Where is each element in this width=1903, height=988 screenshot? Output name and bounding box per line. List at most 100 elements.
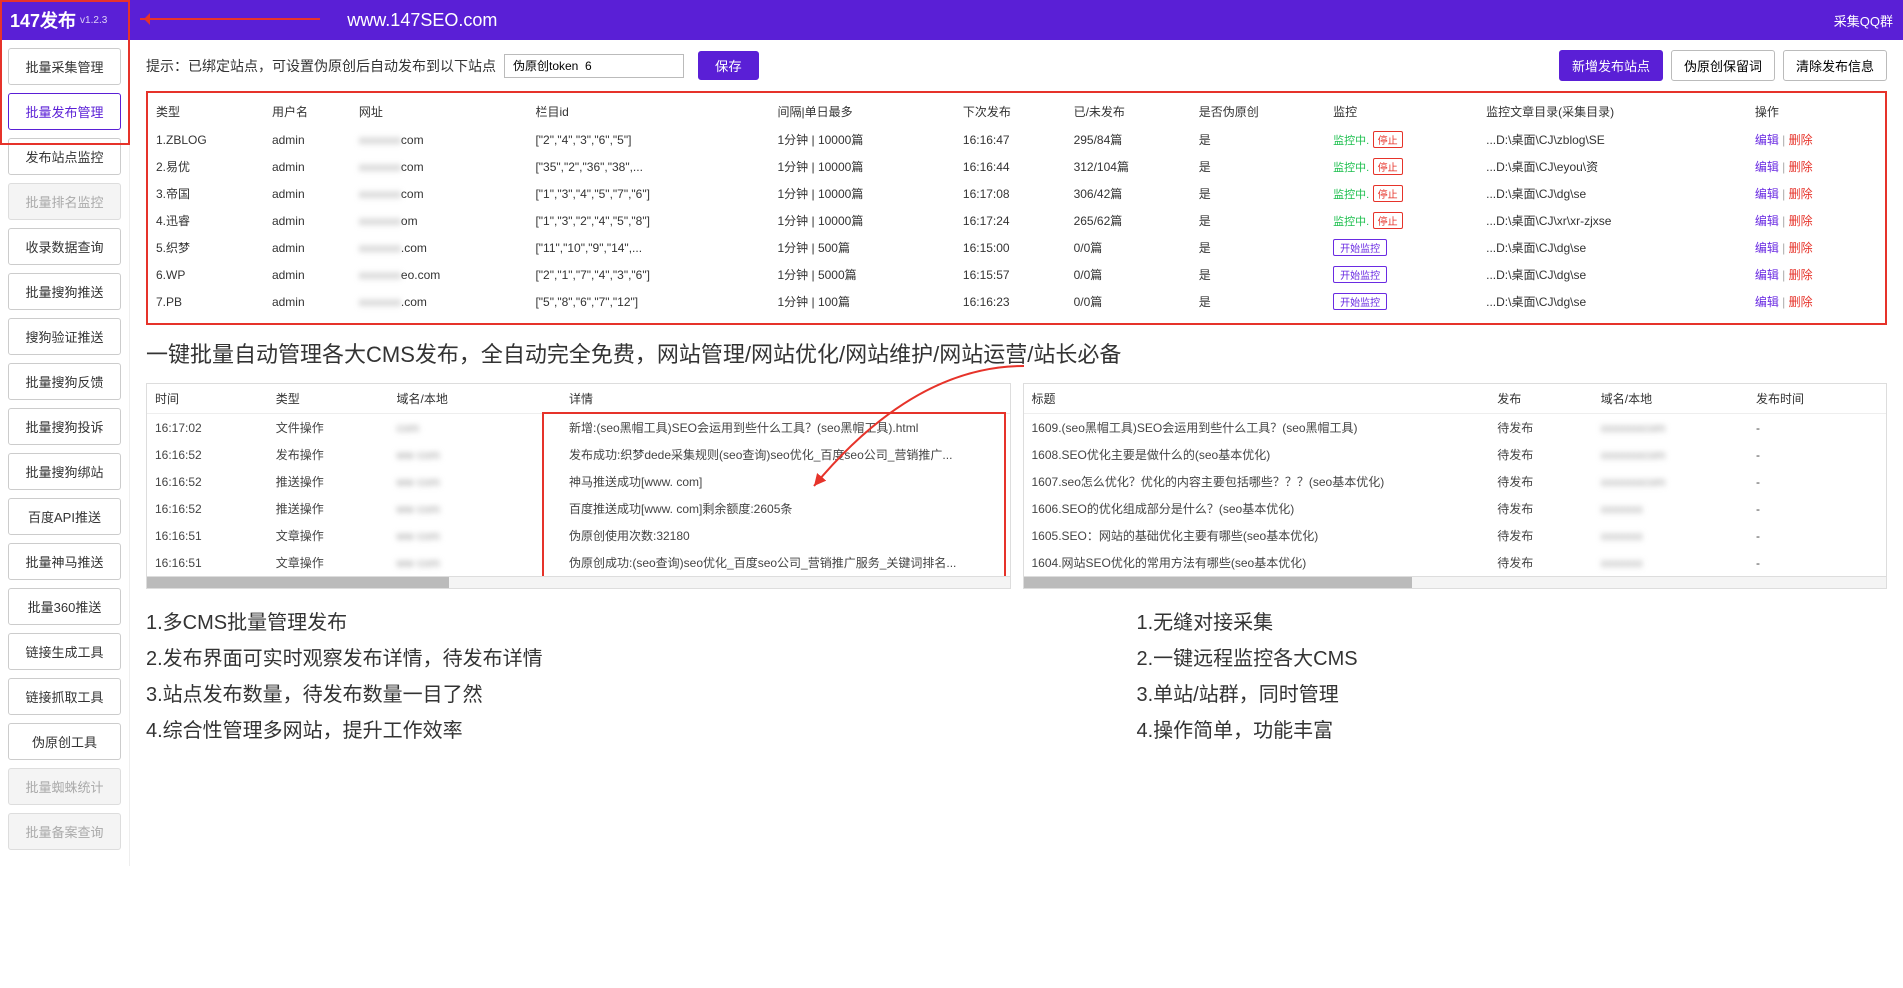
feature-item: 3.单站/站群，同时管理 bbox=[1137, 677, 1888, 713]
log-header: 时间 bbox=[147, 384, 268, 414]
token-input[interactable] bbox=[504, 54, 684, 78]
log-row: 16:17:02文件操作com新增:(seo黑帽工具)SEO会运用到些什么工具？… bbox=[147, 414, 1010, 442]
table-header: 用户名 bbox=[268, 97, 355, 126]
feature-item: 3.站点发布数量，待发布数量一目了然 bbox=[146, 677, 897, 713]
sidebar-item[interactable]: 批量采集管理 bbox=[8, 48, 121, 85]
table-header: 类型 bbox=[152, 97, 268, 126]
features: 1.多CMS批量管理发布2.发布界面可实时观察发布详情，待发布详情3.站点发布数… bbox=[146, 605, 1887, 749]
log-header: 类型 bbox=[268, 384, 389, 414]
table-header: 监控 bbox=[1329, 97, 1482, 126]
delete-link[interactable]: 删除 bbox=[1789, 268, 1813, 282]
sidebar-item[interactable]: 发布站点监控 bbox=[8, 138, 121, 175]
app-title: 147发布 bbox=[10, 7, 76, 33]
log-header: 域名/本地 bbox=[389, 384, 562, 414]
monitor-status: 监控中. bbox=[1333, 135, 1369, 147]
app-version: v1.2.3 bbox=[80, 15, 107, 26]
log-header: 发布时间 bbox=[1748, 384, 1886, 414]
sidebar-item[interactable]: 百度API推送 bbox=[8, 498, 121, 535]
log-header: 域名/本地 bbox=[1593, 384, 1748, 414]
app-header: 147发布 v1.2.3 www.147SEO.com 采集QQ群 bbox=[0, 0, 1903, 40]
feature-item: 1.多CMS批量管理发布 bbox=[146, 605, 897, 641]
log-row: 16:16:52推送操作ww com神马推送成功[www. com] bbox=[147, 468, 1010, 495]
edit-link[interactable]: 编辑 bbox=[1755, 214, 1779, 228]
app-url: www.147SEO.com bbox=[347, 10, 497, 31]
log-header: 发布 bbox=[1489, 384, 1593, 414]
sidebar-item[interactable]: 批量神马推送 bbox=[8, 543, 121, 580]
log-row: 1609.(seo黑帽工具)SEO会运用到些什么工具？(seo黑帽工具)待发布x… bbox=[1024, 414, 1887, 442]
delete-link[interactable]: 删除 bbox=[1789, 241, 1813, 255]
sidebar-item[interactable]: 伪原创工具 bbox=[8, 723, 121, 760]
clear-publish-button[interactable]: 清除发布信息 bbox=[1783, 50, 1887, 81]
table-header: 是否伪原创 bbox=[1195, 97, 1329, 126]
table-row: 3.帝国adminxxxxxxxcom["1","3","4","5","7",… bbox=[152, 180, 1881, 207]
table-header: 已/未发布 bbox=[1070, 97, 1195, 126]
log-row: 16:16:52发布操作ww com发布成功:织梦dede采集规则(seo查询)… bbox=[147, 441, 1010, 468]
delete-link[interactable]: 删除 bbox=[1789, 133, 1813, 147]
sites-table-box: 类型用户名网址栏目id间隔|单日最多下次发布已/未发布是否伪原创监控监控文章目录… bbox=[146, 91, 1887, 325]
log-row: 16:16:51文章操作ww com伪原创使用次数:32180 bbox=[147, 522, 1010, 549]
log-panel-right: 标题发布域名/本地发布时间 1609.(seo黑帽工具)SEO会运用到些什么工具… bbox=[1023, 383, 1888, 589]
log-row: 16:16:52推送操作ww com百度推送成功[www. com]剩余额度:2… bbox=[147, 495, 1010, 522]
edit-link[interactable]: 编辑 bbox=[1755, 133, 1779, 147]
table-header: 操作 bbox=[1751, 97, 1881, 126]
log-row: 16:16:51文章操作ww com伪原创成功:(seo查询)seo优化_百度s… bbox=[147, 549, 1010, 576]
log-panel-left: 时间类型域名/本地详情 16:17:02文件操作com新增:(seo黑帽工具)S… bbox=[146, 383, 1011, 589]
log-header: 标题 bbox=[1024, 384, 1490, 414]
sidebar-item[interactable]: 批量搜狗反馈 bbox=[8, 363, 121, 400]
feature-item: 2.一键远程监控各大CMS bbox=[1137, 641, 1888, 677]
sidebar-item[interactable]: 链接生成工具 bbox=[8, 633, 121, 670]
feature-item: 1.无缝对接采集 bbox=[1137, 605, 1888, 641]
log-row: 1606.SEO的优化组成部分是什么？(seo基本优化)待发布xxxxxxx- bbox=[1024, 495, 1887, 522]
feature-item: 4.综合性管理多网站，提升工作效率 bbox=[146, 713, 897, 749]
delete-link[interactable]: 删除 bbox=[1789, 187, 1813, 201]
scrollbar[interactable] bbox=[147, 576, 1010, 588]
edit-link[interactable]: 编辑 bbox=[1755, 187, 1779, 201]
scrollbar[interactable] bbox=[1024, 576, 1887, 588]
feature-item: 2.发布界面可实时观察发布详情，待发布详情 bbox=[146, 641, 897, 677]
stop-button[interactable]: 停止 bbox=[1373, 131, 1403, 148]
sidebar-item: 批量备案查询 bbox=[8, 813, 121, 850]
table-row: 5.织梦adminxxxxxxx.com["11","10","9","14",… bbox=[152, 234, 1881, 261]
sidebar-item[interactable]: 收录数据查询 bbox=[8, 228, 121, 265]
sidebar-item[interactable]: 搜狗验证推送 bbox=[8, 318, 121, 355]
stop-button[interactable]: 停止 bbox=[1373, 158, 1403, 175]
monitor-status: 监控中. bbox=[1333, 216, 1369, 228]
sidebar-item[interactable]: 批量360推送 bbox=[8, 588, 121, 625]
log-row: 1605.SEO：网站的基础优化主要有哪些(seo基本优化)待发布xxxxxxx… bbox=[1024, 522, 1887, 549]
add-site-button[interactable]: 新增发布站点 bbox=[1559, 50, 1663, 81]
monitor-status: 监控中. bbox=[1333, 189, 1369, 201]
start-button[interactable]: 开始监控 bbox=[1333, 293, 1387, 310]
sidebar-item[interactable]: 批量搜狗绑站 bbox=[8, 453, 121, 490]
keep-words-button[interactable]: 伪原创保留词 bbox=[1671, 50, 1775, 81]
table-row: 7.PBadminxxxxxxx.com["5","8","6","7","12… bbox=[152, 288, 1881, 315]
log-row: 1607.seo怎么优化？优化的内容主要包括哪些？？？(seo基本优化)待发布x… bbox=[1024, 468, 1887, 495]
main-slogan: 一键批量自动管理各大CMS发布，全自动完全免费，网站管理/网站优化/网站维护/网… bbox=[146, 337, 1887, 369]
table-row: 4.迅睿adminxxxxxxxom["1","3","2","4","5","… bbox=[152, 207, 1881, 234]
delete-link[interactable]: 删除 bbox=[1789, 295, 1813, 309]
monitor-status: 监控中. bbox=[1333, 162, 1369, 174]
top-bar: 提示：已绑定站点，可设置伪原创后自动发布到以下站点 保存 新增发布站点 伪原创保… bbox=[146, 50, 1887, 81]
stop-button[interactable]: 停止 bbox=[1373, 212, 1403, 229]
edit-link[interactable]: 编辑 bbox=[1755, 160, 1779, 174]
stop-button[interactable]: 停止 bbox=[1373, 185, 1403, 202]
edit-link[interactable]: 编辑 bbox=[1755, 295, 1779, 309]
start-button[interactable]: 开始监控 bbox=[1333, 239, 1387, 256]
log-header: 详情 bbox=[561, 384, 1010, 414]
table-header: 栏目id bbox=[531, 97, 773, 126]
table-header: 间隔|单日最多 bbox=[773, 97, 958, 126]
delete-link[interactable]: 删除 bbox=[1789, 214, 1813, 228]
edit-link[interactable]: 编辑 bbox=[1755, 241, 1779, 255]
delete-link[interactable]: 删除 bbox=[1789, 160, 1813, 174]
start-button[interactable]: 开始监控 bbox=[1333, 266, 1387, 283]
table-row: 1.ZBLOGadminxxxxxxxcom["2","4","3","6","… bbox=[152, 126, 1881, 153]
table-row: 2.易优adminxxxxxxxcom["35","2","36","38",.… bbox=[152, 153, 1881, 180]
qq-group-link[interactable]: 采集QQ群 bbox=[1834, 11, 1893, 30]
table-header: 监控文章目录(采集目录) bbox=[1482, 97, 1751, 126]
sidebar-item: 批量蜘蛛统计 bbox=[8, 768, 121, 805]
sidebar-item[interactable]: 批量发布管理 bbox=[8, 93, 121, 130]
sidebar-item[interactable]: 批量搜狗投诉 bbox=[8, 408, 121, 445]
sidebar-item[interactable]: 链接抓取工具 bbox=[8, 678, 121, 715]
edit-link[interactable]: 编辑 bbox=[1755, 268, 1779, 282]
save-button[interactable]: 保存 bbox=[698, 51, 759, 80]
sidebar-item[interactable]: 批量搜狗推送 bbox=[8, 273, 121, 310]
